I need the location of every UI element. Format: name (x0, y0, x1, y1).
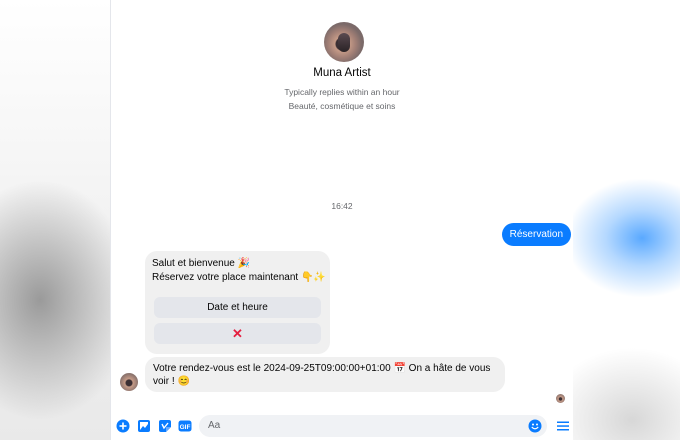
profile-avatar[interactable] (324, 22, 364, 62)
response-time-text: Typically replies within an hour (284, 87, 400, 97)
background-left (0, 0, 110, 440)
confirmation-message[interactable]: Votre rendez-vous est le 2024-09-25T09:0… (145, 357, 505, 392)
gallery-icon[interactable] (137, 419, 151, 433)
message-timestamp: 16:42 (331, 201, 353, 211)
welcome-text: Salut et bienvenue 🎉 Réservez votre plac… (152, 257, 326, 284)
menu-icon[interactable] (556, 419, 570, 433)
profile-name: Muna Artist (313, 67, 371, 79)
gif-label: GIF (180, 424, 191, 431)
welcome-line-2: Réservez votre place maintenant 👇✨ (152, 271, 326, 283)
category-text: Beauté, cosmétique et soins (288, 101, 396, 111)
plus-icon[interactable] (116, 419, 130, 433)
confirmation-line-2: voir ! 😊 (153, 376, 190, 387)
gif-icon[interactable]: GIF (178, 419, 192, 433)
close-button[interactable]: ✕ (154, 323, 321, 344)
welcome-card: Salut et bienvenue 🎉 Réservez votre plac… (145, 251, 330, 354)
seen-indicator-avatar (556, 394, 565, 403)
date-time-button[interactable]: Date et heure (154, 297, 321, 318)
background-right (572, 0, 680, 440)
composer-bar: GIF Aa (111, 412, 573, 440)
chat-window: Muna Artist Typically replies within an … (110, 0, 573, 440)
outgoing-message[interactable]: Réservation (501, 223, 571, 246)
confirmation-line-1: Votre rendez-vous est le 2024-09-25T09:0… (153, 363, 491, 374)
message-input[interactable]: Aa (199, 415, 547, 437)
emoji-icon[interactable] (528, 419, 542, 433)
sender-avatar[interactable] (120, 373, 138, 391)
sticker-icon[interactable] (158, 419, 172, 433)
welcome-line-1: Salut et bienvenue 🎉 (152, 258, 251, 269)
message-input-placeholder: Aa (208, 420, 221, 431)
